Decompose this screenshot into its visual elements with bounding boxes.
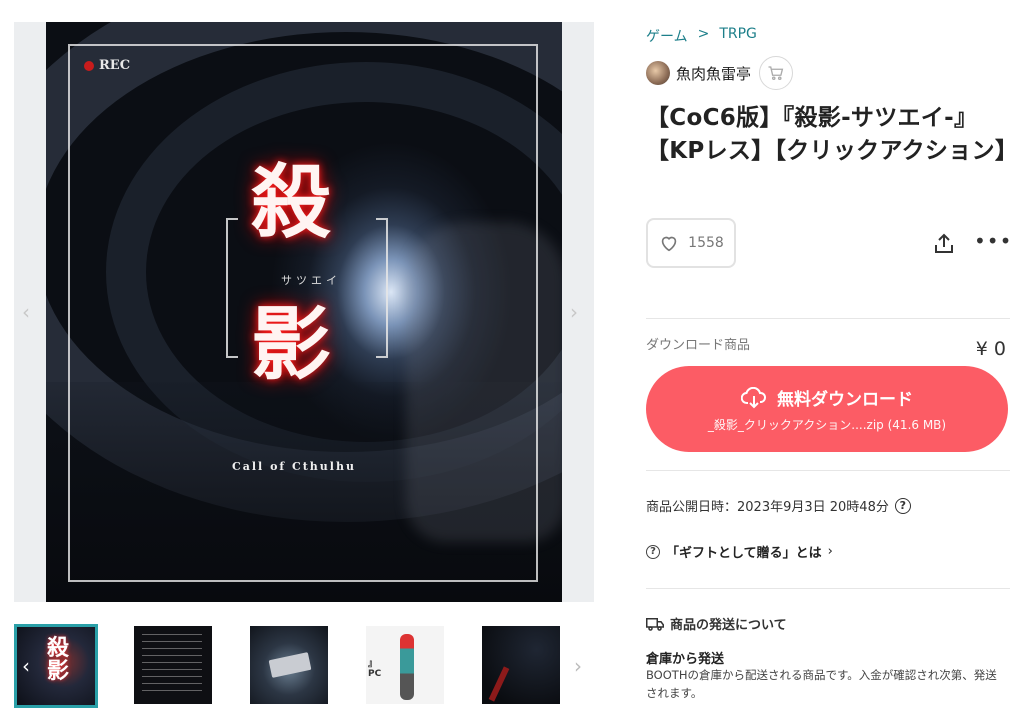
cart-icon <box>768 66 784 81</box>
breadcrumb: ゲーム > TRPG <box>646 26 757 46</box>
cover-subtitle: サツエイ <box>281 274 341 287</box>
shop-name-link[interactable]: 魚肉魚雷亭 <box>676 63 751 84</box>
thumbnail-4-character <box>400 634 414 700</box>
left-bracket <box>226 218 238 358</box>
like-count: 1558 <box>688 235 724 251</box>
shop-cart-button[interactable] <box>759 56 794 90</box>
truck-icon <box>646 617 664 631</box>
main-image-gallery[interactable]: REC 殺 サツエイ 影 Call of Cthulhu ‹ › <box>14 22 594 602</box>
shipping-section-title: 商品の発送について <box>646 614 787 633</box>
like-button[interactable]: 1558 <box>646 218 736 268</box>
product-info-panel: ゲーム > TRPG 魚肉魚雷亭 【CoC6版】『殺影-サツエイ-』【KPレス】… <box>646 0 1019 716</box>
cover-kanji-bottom: 影 <box>251 297 331 391</box>
publish-date-text: 商品公開日時：2023年9月3日 20時48分 <box>646 500 889 515</box>
gift-info-link[interactable]: ? 「ギフトとして贈る」とは › <box>646 542 833 561</box>
right-bracket <box>376 218 388 358</box>
thumbnail-4-text: 』 PC <box>368 659 382 679</box>
product-cover-image: REC 殺 サツエイ 影 Call of Cthulhu <box>46 22 562 602</box>
shipping-method: 倉庫から発送 <box>646 652 725 667</box>
help-icon[interactable]: ? <box>894 497 911 514</box>
shipping-title-text: 商品の発送について <box>670 618 787 633</box>
download-file-name: _殺影_クリックアクション....zip (41.6 MB) <box>707 418 947 432</box>
download-button-main: 無料ダウンロード <box>741 385 913 410</box>
rec-dot-icon <box>84 60 94 71</box>
thumbnail-4[interactable]: 』 PC <box>366 626 444 704</box>
divider <box>646 470 1010 471</box>
thumbnail-prev-arrow-icon[interactable]: ‹ <box>22 654 30 678</box>
product-price: ¥ 0 <box>975 338 1006 360</box>
cloud-download-icon <box>741 386 767 408</box>
thumbnail-strip: 殺 影 』 PC ‹ › <box>14 624 594 708</box>
thumbnail-next-arrow-icon[interactable]: › <box>574 654 582 678</box>
thumbnail-3-device <box>268 652 312 678</box>
cover-kanji-top: 殺 <box>251 155 331 249</box>
divider <box>646 318 1010 319</box>
thumbnail-2[interactable] <box>134 626 212 704</box>
product-type-label: ダウンロード商品 <box>646 338 751 353</box>
rec-label: REC <box>99 58 131 73</box>
thumbnail-3[interactable] <box>250 626 328 704</box>
chevron-right-icon: › <box>827 544 833 559</box>
thumbnail-5[interactable] <box>482 626 560 704</box>
gallery-prev-arrow-icon[interactable]: ‹ <box>22 300 30 324</box>
chevron-right-icon: > <box>697 26 710 42</box>
gift-info-label: 「ギフトとして贈る」とは <box>666 546 822 561</box>
thumbnail-2-text-lines <box>142 634 202 694</box>
thumbnail-1-text: 殺 影 <box>47 635 70 685</box>
shipping-description: BOOTHの倉庫から配送される商品です。入金が確認され次第、発送されます。 <box>646 668 997 700</box>
shop-avatar[interactable] <box>646 61 670 85</box>
product-title: 【CoC6版】『殺影-サツエイ-』【KPレス】【クリックアクション】 <box>646 105 1019 164</box>
breadcrumb-category-link[interactable]: ゲーム <box>646 26 688 46</box>
shop-info: 魚肉魚雷亭 <box>646 56 794 90</box>
more-options-icon[interactable]: ••• <box>974 231 1011 256</box>
breadcrumb-subcategory-link[interactable]: TRPG <box>719 26 757 46</box>
gallery-next-arrow-icon[interactable]: › <box>570 300 578 324</box>
share-icon <box>935 233 953 253</box>
question-icon: ? <box>646 544 660 559</box>
cover-game-label: Call of Cthulhu <box>232 460 356 473</box>
share-button[interactable] <box>932 232 956 256</box>
download-button-label: 無料ダウンロード <box>777 390 913 410</box>
divider <box>646 588 1010 589</box>
free-download-button[interactable]: 無料ダウンロード _殺影_クリックアクション....zip (41.6 MB) <box>646 366 1008 452</box>
rec-indicator: REC <box>84 58 130 73</box>
heart-icon <box>661 236 677 252</box>
publish-date: 商品公開日時：2023年9月3日 20時48分 ? <box>646 496 911 515</box>
thumbnail-5-mark <box>488 666 510 702</box>
